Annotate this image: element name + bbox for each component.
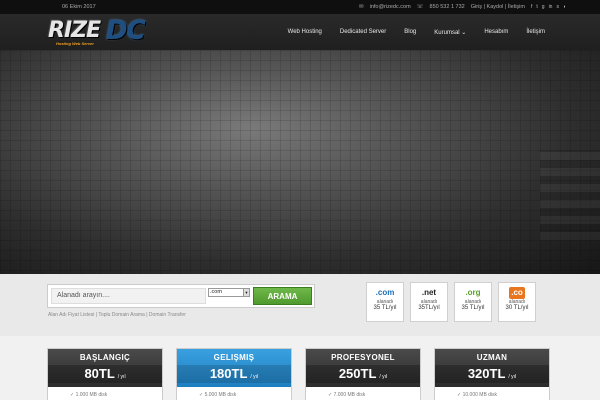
nav-hesabim[interactable]: Hesabım xyxy=(484,29,508,36)
tld-select[interactable]: .com ▼ xyxy=(208,288,250,297)
tld-net-price: 35TL/yıl xyxy=(418,305,440,311)
tld-org[interactable]: .org alanadı 35 TL/yıl xyxy=(454,282,492,322)
tld-price-list: .com alanadı 35 TL/yıl .net alanadı 35TL… xyxy=(366,282,536,322)
site-logo[interactable]: RIZE DC Hosting Web Server xyxy=(48,16,178,48)
tld-co-logo: .co xyxy=(509,287,525,299)
top-bar: 06 Ekim 2017 ✉ info@rizedc.com ☏ 850 532… xyxy=(0,0,600,14)
hero-decoration xyxy=(540,150,600,240)
plan-name: BAŞLANGIÇ xyxy=(79,353,131,362)
tld-org-price: 35 TL/yıl xyxy=(461,305,485,311)
email-icon: ✉ xyxy=(359,4,364,10)
nav-iletisim[interactable]: İletişim xyxy=(526,29,545,36)
plan-header: BAŞLANGIÇ 80TL / yıl xyxy=(48,349,162,387)
plan-period: / yıl xyxy=(508,374,517,380)
plan-card-uzman[interactable]: UZMAN 320TL / yıl ✓ 10.000 MB disk xyxy=(434,348,550,400)
domain-search-input[interactable]: Alanadı arayın.... xyxy=(51,288,206,304)
domain-search-button[interactable]: ARAMA xyxy=(253,287,312,305)
plan-feature: ✓ 1.000 MB disk xyxy=(70,392,108,398)
plan-feature: ✓ 7.000 MB disk xyxy=(328,392,366,398)
price-list-link[interactable]: Alan Adı Fiyat Listesi xyxy=(48,312,94,318)
chevron-down-icon: ▼ xyxy=(243,289,249,296)
plan-name: PROFESYONEL xyxy=(331,353,395,362)
plan-name: UZMAN xyxy=(476,353,508,362)
tld-co-price: 30 TL/yıl xyxy=(505,305,529,311)
plan-price: 250TL xyxy=(338,366,377,381)
plan-period: / yıl xyxy=(250,374,259,380)
plan-feature: ✓ 10.000 MB disk xyxy=(457,392,498,398)
social-icons: f t g in s ◗ xyxy=(531,4,566,10)
plan-price: 320TL xyxy=(467,366,506,381)
nav-dedicated-server[interactable]: Dedicated Server xyxy=(340,29,386,36)
hosting-plans-section: BAŞLANGIÇ 80TL / yıl ✓ 1.000 MB disk GELI… xyxy=(0,336,600,400)
tld-net[interactable]: .net alanadı 35TL/yıl xyxy=(410,282,448,322)
logo-text-rize: RIZE xyxy=(48,18,101,43)
plan-price-row: 320TL / yıl xyxy=(435,365,549,383)
tld-com-price: 35 TL/yıl xyxy=(373,305,397,311)
plan-price-row: 250TL / yıl xyxy=(306,365,420,383)
rss-icon[interactable]: ◗ xyxy=(563,4,566,10)
chevron-down-icon: ⌄ xyxy=(461,29,467,36)
domain-quick-links: Alan Adı Fiyat Listesi | Toplu Domain Ar… xyxy=(48,312,186,318)
tld-com[interactable]: .com alanadı 35 TL/yıl xyxy=(366,282,404,322)
logo-text-dc: DC xyxy=(106,16,146,46)
nav-web-hosting[interactable]: Web Hosting xyxy=(288,29,322,36)
twitter-icon[interactable]: t xyxy=(536,4,537,10)
current-date: 06 Ekim 2017 xyxy=(62,4,96,10)
phone-number: 850 532 1 732 xyxy=(429,4,465,10)
plan-name: GELIŞMIŞ xyxy=(213,353,255,362)
domain-transfer-link[interactable]: Domain Transfer xyxy=(149,312,186,318)
plan-header: PROFESYONEL 250TL / yıl xyxy=(306,349,420,387)
plan-feature: ✓ 5.000 MB disk xyxy=(199,392,237,398)
main-nav: Web Hosting Dedicated Server Blog Kurums… xyxy=(288,29,545,36)
plan-period: / yıl xyxy=(379,374,388,380)
register-link[interactable]: Kaydol xyxy=(487,4,504,10)
plan-price-row: 180TL / yıl xyxy=(177,365,291,383)
plan-header: UZMAN 320TL / yıl xyxy=(435,349,549,387)
hero-banner xyxy=(0,50,600,274)
plan-price-row: 80TL / yıl xyxy=(48,365,162,383)
tld-net-logo: .net xyxy=(421,288,437,297)
bulk-search-link[interactable]: Toplu Domain Arama xyxy=(98,312,144,318)
logo-tagline: Hosting Web Server xyxy=(56,41,94,46)
skype-icon[interactable]: s xyxy=(556,4,559,10)
nav-blog[interactable]: Blog xyxy=(404,29,416,36)
headset-icon: ☏ xyxy=(416,4,424,10)
tld-com-logo: .com xyxy=(375,288,395,297)
domain-search-form: Alanadı arayın.... .com ▼ ARAMA xyxy=(47,284,315,308)
facebook-icon[interactable]: f xyxy=(531,4,532,10)
contact-link[interactable]: İletişim xyxy=(508,4,525,10)
linkedin-icon[interactable]: in xyxy=(549,4,553,10)
email-link[interactable]: info@rizedc.com xyxy=(370,4,411,10)
googleplus-icon[interactable]: g xyxy=(542,4,545,10)
tld-select-value: .com xyxy=(210,289,222,295)
plan-header: GELIŞMIŞ 180TL / yıl xyxy=(177,349,291,387)
login-link[interactable]: Giriş xyxy=(471,4,482,10)
hero-grid-texture xyxy=(0,50,600,274)
plan-price: 80TL xyxy=(84,366,115,381)
plan-card-profesyonel[interactable]: PROFESYONEL 250TL / yıl ✓ 7.000 MB disk xyxy=(305,348,421,400)
main-header: RIZE DC Hosting Web Server Web Hosting D… xyxy=(0,14,600,50)
nav-kurumsal[interactable]: Kurumsal ⌄ xyxy=(434,29,466,36)
tld-org-logo: .org xyxy=(465,288,481,297)
plan-period: / yıl xyxy=(117,374,126,380)
plan-card-baslangic[interactable]: BAŞLANGIÇ 80TL / yıl ✓ 1.000 MB disk xyxy=(47,348,163,400)
plan-card-gelismis[interactable]: GELIŞMIŞ 180TL / yıl ✓ 5.000 MB disk xyxy=(176,348,292,400)
tld-co[interactable]: .co alanadı 30 TL/yıl xyxy=(498,282,536,322)
plan-price: 180TL xyxy=(209,366,248,381)
domain-search-section: Alanadı arayın.... .com ▼ ARAMA Alan Adı… xyxy=(0,274,600,336)
